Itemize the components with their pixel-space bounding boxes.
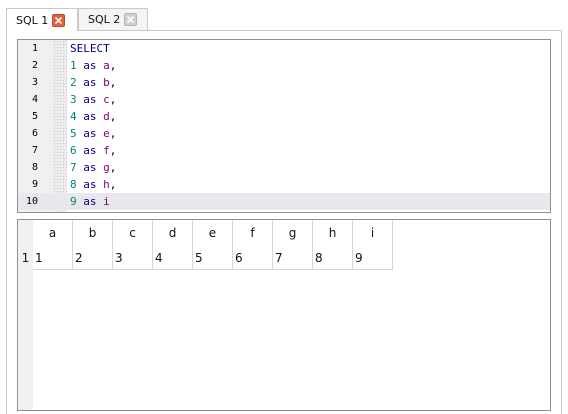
tab-label: SQL 2 (88, 13, 121, 26)
column-header[interactable]: i (353, 220, 393, 246)
code-token: 3 (70, 93, 77, 106)
code-text: 5 as e, (70, 125, 116, 142)
table-cell[interactable]: 6 (233, 246, 273, 270)
table-cell[interactable]: 8 (313, 246, 353, 270)
code-line[interactable]: 1 SELECT (18, 40, 550, 57)
table-cell[interactable]: 1 (33, 246, 73, 270)
code-text: 7 as g, (70, 159, 116, 176)
code-line[interactable]: 5 4 as d, (18, 108, 550, 125)
code-token: as (83, 127, 97, 140)
code-token: c (103, 93, 110, 106)
code-token: g (103, 161, 110, 174)
code-token: SELECT (70, 42, 110, 55)
code-token: , (109, 144, 117, 157)
code-token: , (109, 161, 117, 174)
code-token: , (109, 76, 117, 89)
code-token: , (109, 110, 117, 123)
code-token: 5 (70, 127, 77, 140)
tab-sql-2[interactable]: SQL 2 (78, 8, 148, 30)
code-token: b (103, 76, 110, 89)
code-text: 9 as i (70, 193, 110, 210)
line-number: 10 (25, 196, 38, 207)
column-header[interactable]: h (313, 220, 353, 246)
line-number: 3 (31, 77, 38, 88)
code-token: , (109, 93, 117, 106)
close-glyph (55, 16, 63, 24)
code-token: i (103, 195, 110, 208)
code-token: a (103, 59, 110, 72)
code-text: 6 as f, (70, 142, 116, 159)
column-header[interactable]: g (273, 220, 313, 246)
line-number: 1 (31, 43, 38, 54)
code-text: 4 as d, (70, 108, 116, 125)
code-text: 2 as b, (70, 74, 116, 91)
column-header[interactable]: c (113, 220, 153, 246)
code-token: 9 (70, 195, 77, 208)
code-line[interactable]: 2 1 as a, (18, 57, 550, 74)
code-line[interactable]: 7 6 as f, (18, 142, 550, 159)
code-token: as (83, 161, 97, 174)
code-token: 2 (70, 76, 77, 89)
close-icon[interactable] (124, 13, 138, 26)
code-token: as (83, 144, 97, 157)
code-token: 7 (70, 161, 77, 174)
code-token: , (109, 178, 117, 191)
table-cell[interactable]: 9 (353, 246, 393, 270)
code-token: h (103, 178, 110, 191)
code-token: 6 (70, 144, 77, 157)
code-token: 8 (70, 178, 77, 191)
code-token: d (103, 110, 110, 123)
table-cell[interactable]: 7 (273, 246, 313, 270)
code-token: as (83, 110, 97, 123)
code-line[interactable]: 8 7 as g, (18, 159, 550, 176)
code-token: as (83, 195, 97, 208)
code-token: , (109, 59, 117, 72)
line-number: 7 (31, 145, 38, 156)
tab-sql-1[interactable]: SQL 1 (6, 8, 78, 31)
code-text: 8 as h, (70, 176, 116, 193)
line-number: 4 (31, 94, 38, 105)
column-header[interactable]: a (33, 220, 73, 246)
code-token: , (109, 127, 117, 140)
results-grid[interactable]: abcdefghi1123456789 (17, 219, 551, 411)
code-line[interactable]: 4 3 as c, (18, 91, 550, 108)
close-icon[interactable] (52, 13, 66, 27)
table-cell[interactable]: 5 (193, 246, 233, 270)
code-token: as (83, 93, 97, 106)
line-number: 9 (31, 179, 38, 190)
line-number: 5 (31, 111, 38, 122)
code-line[interactable]: 3 2 as b, (18, 74, 550, 91)
code-token: as (83, 59, 97, 72)
line-number: 6 (31, 128, 38, 139)
code-token: 4 (70, 110, 77, 123)
column-header[interactable]: b (73, 220, 113, 246)
row-number[interactable]: 1 (18, 246, 33, 270)
code-token: as (83, 76, 97, 89)
line-number: 2 (31, 60, 38, 71)
code-text: SELECT (70, 40, 110, 57)
code-text: 1 as a, (70, 57, 116, 74)
code-token: 1 (70, 59, 77, 72)
sql-workspace: SQL 1 SQL 2 1 SELECT 2 1 as a, 3 2 as b, 4 3 as… (0, 0, 568, 414)
code-token: e (103, 127, 110, 140)
close-glyph (127, 16, 135, 23)
column-header[interactable]: e (193, 220, 233, 246)
code-token: f (103, 144, 110, 157)
code-token: as (83, 178, 97, 191)
code-line[interactable]: 10 9 as i (18, 193, 550, 210)
table-cell[interactable]: 3 (113, 246, 153, 270)
code-line[interactable]: 9 8 as h, (18, 176, 550, 193)
table-cell[interactable]: 4 (153, 246, 193, 270)
column-header[interactable]: d (153, 220, 193, 246)
column-header[interactable]: f (233, 220, 273, 246)
code-text: 3 as c, (70, 91, 116, 108)
table-cell[interactable]: 2 (73, 246, 113, 270)
code-line[interactable]: 6 5 as e, (18, 125, 550, 142)
line-number: 8 (31, 162, 38, 173)
tab-label: SQL 1 (16, 13, 49, 27)
sql-editor[interactable]: 1 SELECT 2 1 as a, 3 2 as b, 4 3 as c, 5 4 as d, 6… (17, 39, 551, 213)
